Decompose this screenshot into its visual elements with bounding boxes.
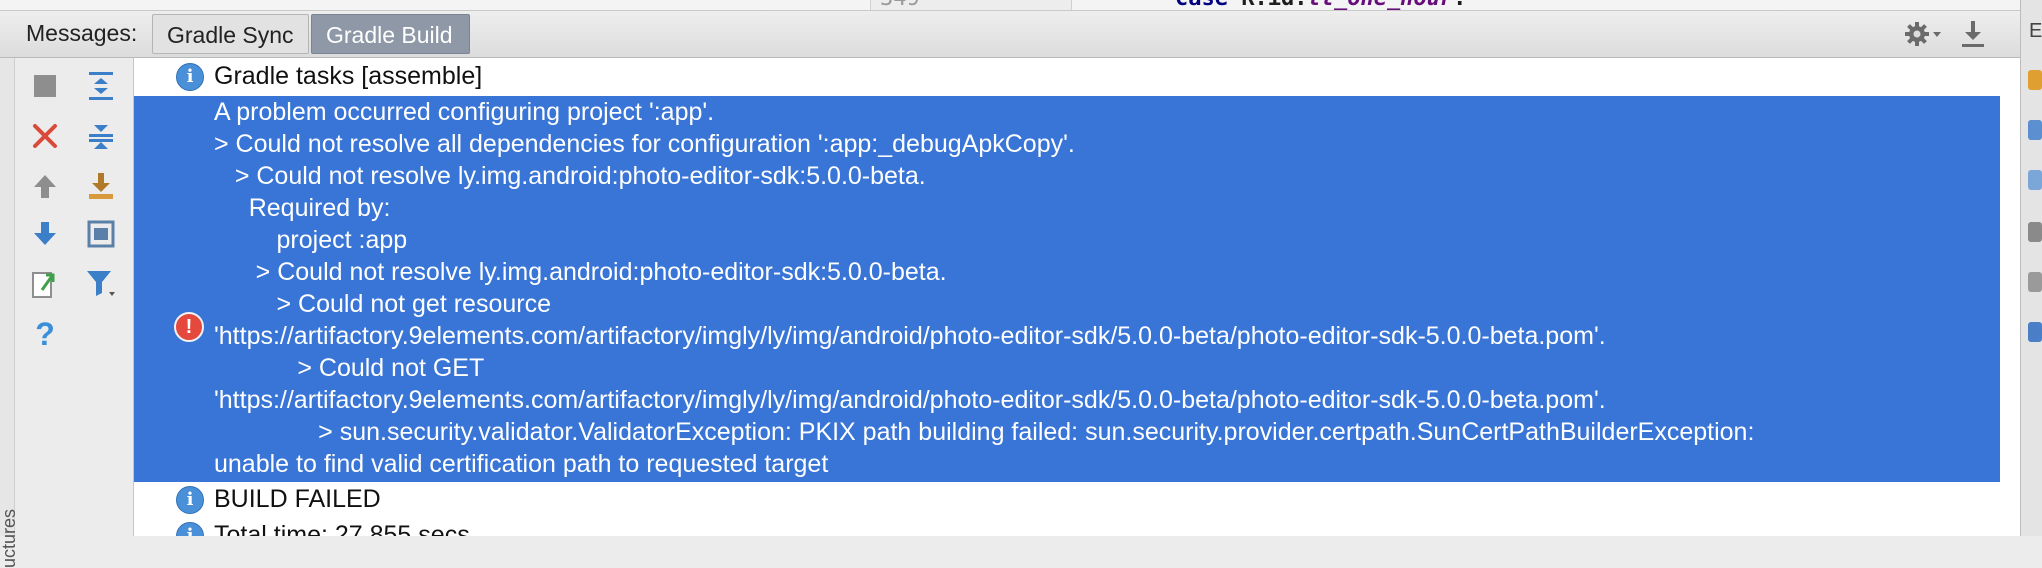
error-line: > Could not resolve ly.img.android:photo… — [214, 258, 947, 286]
next-icon[interactable] — [25, 214, 65, 254]
tool-window-icon[interactable] — [2028, 70, 2042, 90]
tab-gradle-sync[interactable]: Gradle Sync — [152, 14, 309, 54]
tool-window-icon[interactable] — [2028, 322, 2042, 342]
collapse-all-icon[interactable] — [81, 116, 121, 156]
messages-list: i Gradle tasks [assemble] ! A problem oc… — [134, 58, 2020, 536]
error-line: > Could not get resource — [214, 290, 552, 318]
right-tool-strip: E — [2020, 0, 2042, 536]
error-icon: ! — [174, 312, 204, 342]
error-line: project :app — [214, 226, 408, 254]
tool-window-icon[interactable] — [2028, 170, 2042, 190]
error-line: unable to find valid certification path … — [214, 450, 829, 478]
error-line: 'https://artifactory.9elements.com/artif… — [214, 386, 1606, 414]
preview-icon[interactable] — [81, 214, 121, 254]
gear-icon[interactable] — [1903, 19, 1943, 49]
filter-icon[interactable] — [81, 264, 121, 304]
code-keyword: case — [1175, 0, 1228, 10]
svg-text:?: ? — [35, 318, 55, 350]
build-status-row[interactable]: i BUILD FAILED — [134, 482, 2020, 518]
messages-title: Messages: — [26, 20, 138, 46]
error-line: > Could not GET — [214, 354, 485, 382]
build-status-text: BUILD FAILED — [214, 485, 381, 513]
error-line: > Could not resolve ly.img.android:photo… — [214, 162, 926, 190]
code-suffix: : — [1453, 0, 1466, 10]
total-time-row[interactable]: i Total time: 27.855 secs — [134, 518, 2020, 536]
info-icon: i — [176, 63, 204, 91]
total-time-text: Total time: 27.855 secs — [214, 521, 470, 536]
help-icon[interactable]: ? — [25, 314, 65, 354]
tool-window-icon[interactable] — [2028, 272, 2042, 292]
export-icon[interactable] — [81, 166, 121, 206]
export-to-text-icon[interactable] — [25, 264, 65, 304]
previous-icon[interactable] — [25, 166, 65, 206]
code-identifier: tt_one_hour — [1307, 0, 1453, 10]
error-line: 'https://artifactory.9elements.com/artif… — [214, 322, 1606, 350]
task-header-text: Gradle tasks [assemble] — [214, 62, 483, 90]
code-prefix: R.id. — [1241, 0, 1307, 10]
stop-icon[interactable] — [25, 66, 65, 106]
info-icon: i — [176, 486, 204, 514]
code-line: case R.id.tt_one_hour: — [1175, 0, 1466, 10]
task-header-row[interactable]: i Gradle tasks [assemble] — [134, 58, 2020, 96]
messages-header: Messages: Gradle Sync Gradle Build — [0, 11, 2020, 58]
expand-all-icon[interactable] — [81, 66, 121, 106]
tool-window-icon[interactable] — [2028, 120, 2042, 140]
right-strip-label: E — [2029, 20, 2042, 42]
left-tool-strip: uctures — [0, 58, 19, 568]
editor-remnant: 349 case R.id.tt_one_hour: — [0, 0, 2042, 11]
messages-toolbar: ? — [15, 58, 134, 536]
error-line: A problem occurred configuring project '… — [214, 98, 715, 126]
tool-window-icon[interactable] — [2028, 222, 2042, 242]
line-number: 349 — [880, 0, 920, 10]
error-line: Required by: — [214, 194, 391, 222]
tab-gradle-build[interactable]: Gradle Build — [311, 14, 470, 54]
hide-panel-icon[interactable] — [1958, 18, 1988, 50]
error-message-selected[interactable]: ! A problem occurred configuring project… — [134, 96, 2000, 482]
close-icon[interactable] — [25, 116, 65, 156]
info-icon: i — [176, 522, 204, 536]
error-line: > Could not resolve all dependencies for… — [214, 130, 1075, 158]
error-line: > sun.security.validator.ValidatorExcept… — [214, 418, 1755, 446]
